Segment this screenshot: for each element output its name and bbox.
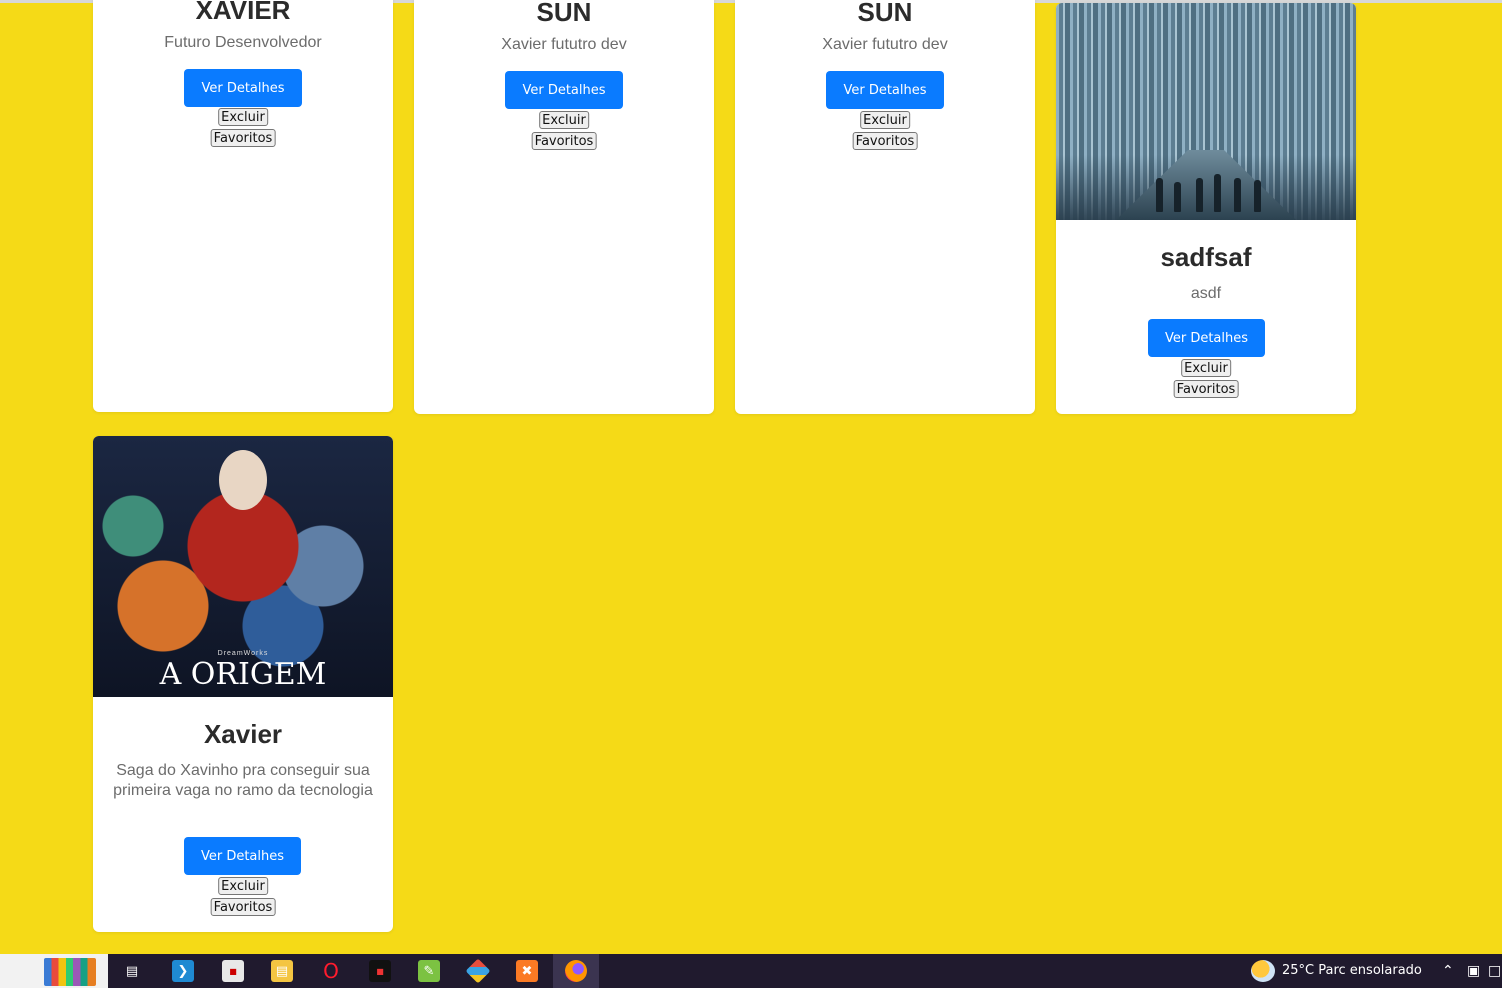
details-button[interactable]: Ver Detalhes [505, 71, 623, 109]
favorite-button[interactable]: Favoritos [1173, 380, 1239, 398]
card-image [1056, 3, 1356, 220]
details-button[interactable]: Ver Detalhes [184, 837, 301, 875]
favorite-button[interactable]: Favoritos [531, 132, 597, 150]
details-button[interactable]: Ver Detalhes [826, 71, 944, 109]
git-icon[interactable] [465, 958, 491, 984]
details-button[interactable]: Ver Detalhes [1148, 319, 1265, 357]
delete-button[interactable]: Excluir [218, 877, 268, 895]
movie-card: SUN Xavier fututro dev Ver Detalhes Excl… [414, 0, 714, 414]
taskbar: ▤ ❯ ■ ▤ O ■ ✎ ✖ 25°C Parc ensolarado ⌃ ▣… [0, 954, 1502, 988]
card-description: Saga do Xavinho pra conseguir sua primei… [113, 762, 373, 799]
figure-graphic [1234, 178, 1241, 212]
delete-button[interactable]: Excluir [860, 111, 910, 129]
card-title: sadfsaf [1160, 242, 1252, 272]
vscode-icon[interactable]: ❯ [172, 960, 194, 982]
books-icon[interactable] [44, 958, 96, 986]
xampp-icon[interactable]: ✖ [516, 960, 538, 982]
movie-card: XAVIER Futuro Desenvolvedor Ver Detalhes… [93, 0, 393, 412]
card-title: Xavier [203, 719, 283, 749]
poster-title-text: A ORIGEM [159, 657, 327, 692]
street-graphic [1116, 150, 1296, 220]
app-icon[interactable]: ■ [222, 960, 244, 982]
weather-text[interactable]: 25°C Parc ensolarado [1282, 963, 1422, 978]
card-title: SUN [857, 0, 913, 27]
firefox-icon[interactable] [565, 960, 587, 982]
app2-icon[interactable]: ■ [369, 960, 391, 982]
movie-card: DreamWorks A ORIGEM Xavier Saga do Xavin… [93, 436, 393, 932]
figure-graphic [1196, 178, 1203, 212]
card-title: SUN [536, 0, 592, 27]
chevron-up-icon[interactable]: ⌃ [1442, 963, 1454, 979]
task-view-icon[interactable]: ▤ [121, 960, 143, 982]
studio-logo: DreamWorks [217, 650, 269, 657]
figure-graphic [1254, 180, 1261, 212]
weather-icon[interactable] [1251, 960, 1275, 982]
delete-button[interactable]: Excluir [1181, 359, 1231, 377]
movie-card: SUN Xavier fututro dev Ver Detalhes Excl… [735, 0, 1035, 414]
card-description: Futuro Desenvolvedor [164, 34, 322, 51]
file-explorer-icon[interactable]: ▤ [271, 960, 293, 982]
opera-icon[interactable]: O [320, 959, 342, 983]
card-image: DreamWorks A ORIGEM [93, 436, 393, 697]
delete-button[interactable]: Excluir [218, 108, 268, 126]
taskbar-widget-area[interactable] [0, 954, 108, 988]
favorite-button[interactable]: Favoritos [210, 898, 276, 916]
figure-graphic [1214, 174, 1221, 212]
favorite-button[interactable]: Favoritos [210, 129, 276, 147]
figure-graphic [1174, 182, 1181, 212]
card-title: XAVIER [195, 0, 291, 25]
wifi-icon[interactable]: □ [1488, 963, 1501, 979]
figure-graphic [1156, 178, 1163, 212]
movie-card: sadfsaf asdf Ver Detalhes Excluir Favori… [1056, 3, 1356, 414]
favorite-button[interactable]: Favoritos [852, 132, 918, 150]
card-description: Xavier fututro dev [822, 36, 948, 53]
card-description: Xavier fututro dev [501, 36, 627, 53]
details-button[interactable]: Ver Detalhes [184, 69, 302, 107]
card-description: asdf [1190, 285, 1222, 302]
notepad-icon[interactable]: ✎ [418, 960, 440, 982]
character-graphic [219, 450, 267, 510]
delete-button[interactable]: Excluir [539, 111, 589, 129]
network-icon[interactable]: ▣ [1467, 963, 1480, 979]
